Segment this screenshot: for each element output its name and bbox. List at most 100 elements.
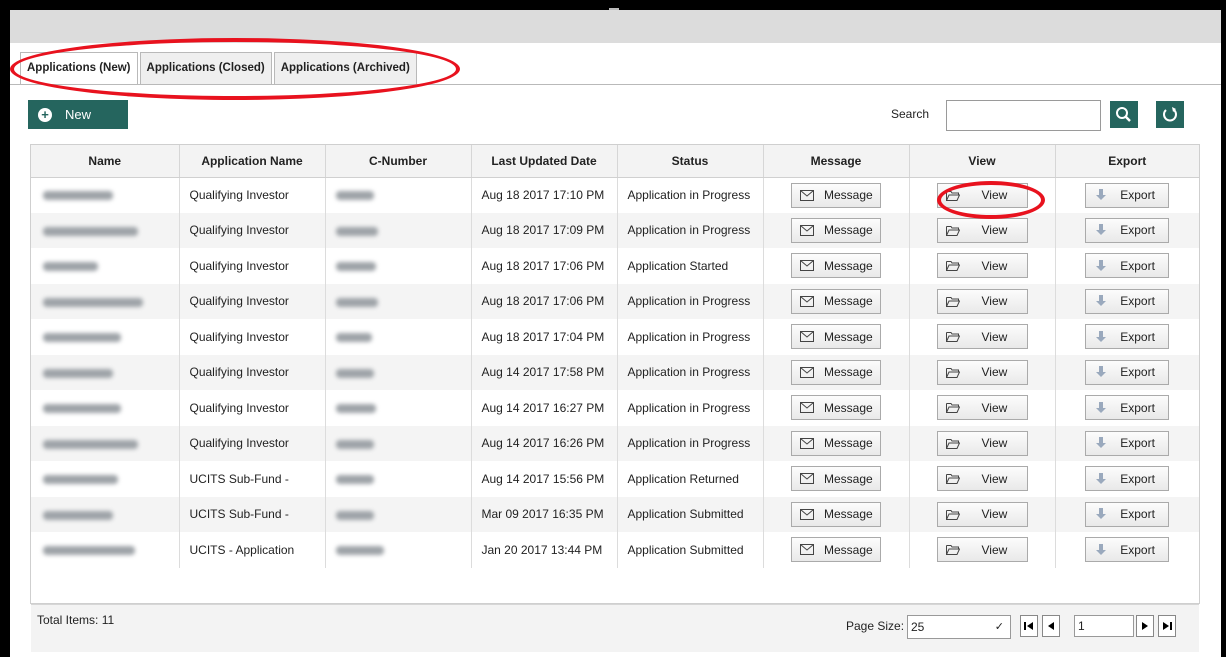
folder-icon-wrap <box>945 295 960 307</box>
export-button[interactable]: Export <box>1085 466 1170 492</box>
application-tabs: Applications (New) Applications (Closed)… <box>20 52 419 84</box>
cell-last-updated: Aug 18 2017 17:06 PM <box>471 283 618 319</box>
export-button[interactable]: Export <box>1085 324 1170 350</box>
page-size-select[interactable]: 25 ✓ <box>907 615 1011 639</box>
envelope-icon <box>800 295 814 307</box>
message-button-label: Message <box>824 365 873 380</box>
view-button[interactable]: View <box>936 182 1028 208</box>
export-button[interactable]: Export <box>1085 253 1170 279</box>
cell-status: Application in Progress <box>617 212 764 248</box>
table-row[interactable]: Qualifying Investor Aug 14 2017 16:27 PM A… <box>31 390 1199 426</box>
cell-view: View <box>909 425 1056 461</box>
export-button[interactable]: Export <box>1085 537 1170 563</box>
view-button[interactable]: View <box>936 501 1028 527</box>
view-button-label: View <box>981 223 1008 238</box>
export-button[interactable]: Export <box>1085 288 1170 314</box>
cell-export: Export <box>1055 283 1199 319</box>
new-application-button[interactable]: + New <box>28 100 128 129</box>
export-button[interactable]: Export <box>1085 359 1170 385</box>
cell-last-updated: Aug 18 2017 17:06 PM <box>471 248 618 284</box>
tab-applications-archived[interactable]: Applications (Archived) <box>273 52 417 84</box>
cell-view: View <box>909 354 1056 390</box>
table-row[interactable]: Qualifying Investor Aug 18 2017 17:10 PM A… <box>31 177 1199 213</box>
search-button[interactable] <box>1110 101 1138 128</box>
message-button-label: Message <box>824 188 873 202</box>
table-row[interactable]: Qualifying Investor Aug 18 2017 17:06 PM A… <box>31 283 1199 319</box>
redacted-c-number <box>335 510 374 520</box>
export-button[interactable]: Export <box>1085 217 1170 243</box>
redacted-c-number <box>335 404 376 414</box>
folder-icon-wrap <box>945 224 960 236</box>
export-button[interactable]: Export <box>1085 501 1170 527</box>
table-row[interactable]: UCITS Sub-Fund - Mar 09 2017 16:35 PM Appl… <box>31 496 1199 532</box>
export-button[interactable]: Export <box>1085 182 1170 208</box>
view-button[interactable]: View <box>936 395 1028 421</box>
message-button[interactable]: Message <box>791 395 881 421</box>
download-arrow-icon-wrap <box>1094 437 1108 449</box>
cell-message: Message <box>763 319 910 355</box>
download-arrow-icon-wrap <box>1094 543 1108 556</box>
view-button[interactable]: View <box>936 324 1028 350</box>
view-button[interactable]: View <box>936 253 1028 279</box>
refresh-button[interactable] <box>1156 101 1184 128</box>
prev-page-button[interactable] <box>1042 615 1060 637</box>
next-page-button[interactable] <box>1136 615 1154 637</box>
view-button[interactable]: View <box>936 430 1028 456</box>
tab-applications-closed[interactable]: Applications (Closed) <box>139 52 272 84</box>
search-label: Search <box>891 107 930 121</box>
cell-status: Application in Progress <box>617 319 764 355</box>
folder-icon <box>945 296 960 307</box>
column-header-application-name[interactable]: Application Name <box>179 145 326 178</box>
message-button[interactable]: Message <box>791 501 881 527</box>
download-arrow-icon <box>1096 189 1107 200</box>
view-button[interactable]: View <box>936 537 1028 563</box>
redacted-name <box>43 510 113 520</box>
column-header-name[interactable]: Name <box>31 145 180 178</box>
message-button[interactable]: Message <box>791 217 881 243</box>
view-button[interactable]: View <box>936 217 1028 243</box>
view-button[interactable]: View <box>936 288 1028 314</box>
view-button-label: View <box>981 436 1008 451</box>
cell-name <box>31 496 180 532</box>
search-input[interactable] <box>946 100 1101 131</box>
last-page-button[interactable] <box>1158 615 1176 637</box>
export-button[interactable]: Export <box>1085 430 1170 456</box>
column-header-export: Export <box>1055 145 1199 178</box>
message-button[interactable]: Message <box>791 324 881 350</box>
folder-icon <box>945 474 960 485</box>
message-button-label: Message <box>824 329 873 344</box>
redacted-name <box>43 262 98 272</box>
view-button[interactable]: View <box>936 466 1028 492</box>
view-button[interactable]: View <box>936 359 1028 385</box>
message-button[interactable]: Message <box>791 359 881 385</box>
table-row[interactable]: Qualifying Investor Aug 18 2017 17:06 PM A… <box>31 248 1199 284</box>
table-row[interactable]: UCITS Sub-Fund - Aug 14 2017 15:56 PM Appl… <box>31 461 1199 497</box>
table-row[interactable]: Qualifying Investor Aug 18 2017 17:09 PM A… <box>31 212 1199 248</box>
message-button[interactable]: Message <box>791 182 881 208</box>
cell-last-updated: Aug 18 2017 17:09 PM <box>471 212 618 248</box>
cell-name <box>31 319 180 355</box>
download-arrow-icon <box>1096 543 1107 555</box>
page-number-input[interactable]: 1 <box>1074 615 1134 637</box>
table-row[interactable]: UCITS - Application Jan 20 2017 13:44 PM A… <box>31 532 1199 568</box>
tab-applications-new[interactable]: Applications (New) <box>20 52 138 84</box>
plus-circle-icon: + <box>38 107 52 122</box>
next-page-icon <box>1142 622 1148 630</box>
download-arrow-icon-wrap <box>1094 295 1108 307</box>
column-header-c-number[interactable]: C-Number <box>325 145 472 178</box>
table-row[interactable]: Qualifying Investor Aug 14 2017 17:58 PM A… <box>31 354 1199 390</box>
message-button[interactable]: Message <box>791 288 881 314</box>
message-button[interactable]: Message <box>791 430 881 456</box>
message-button[interactable]: Message <box>791 466 881 492</box>
envelope-icon <box>800 437 814 449</box>
column-header-status[interactable]: Status <box>617 145 764 178</box>
table-row[interactable]: Qualifying Investor Aug 18 2017 17:04 PM A… <box>31 319 1199 355</box>
message-button-label: Message <box>824 542 873 557</box>
table-row[interactable]: Qualifying Investor Aug 14 2017 16:26 PM A… <box>31 425 1199 461</box>
first-page-button[interactable] <box>1020 615 1038 637</box>
message-button[interactable]: Message <box>791 253 881 279</box>
message-button[interactable]: Message <box>791 537 881 563</box>
column-header-last-updated-date[interactable]: Last Updated Date <box>471 145 618 178</box>
envelope-icon-wrap <box>800 366 814 378</box>
export-button[interactable]: Export <box>1085 395 1170 421</box>
